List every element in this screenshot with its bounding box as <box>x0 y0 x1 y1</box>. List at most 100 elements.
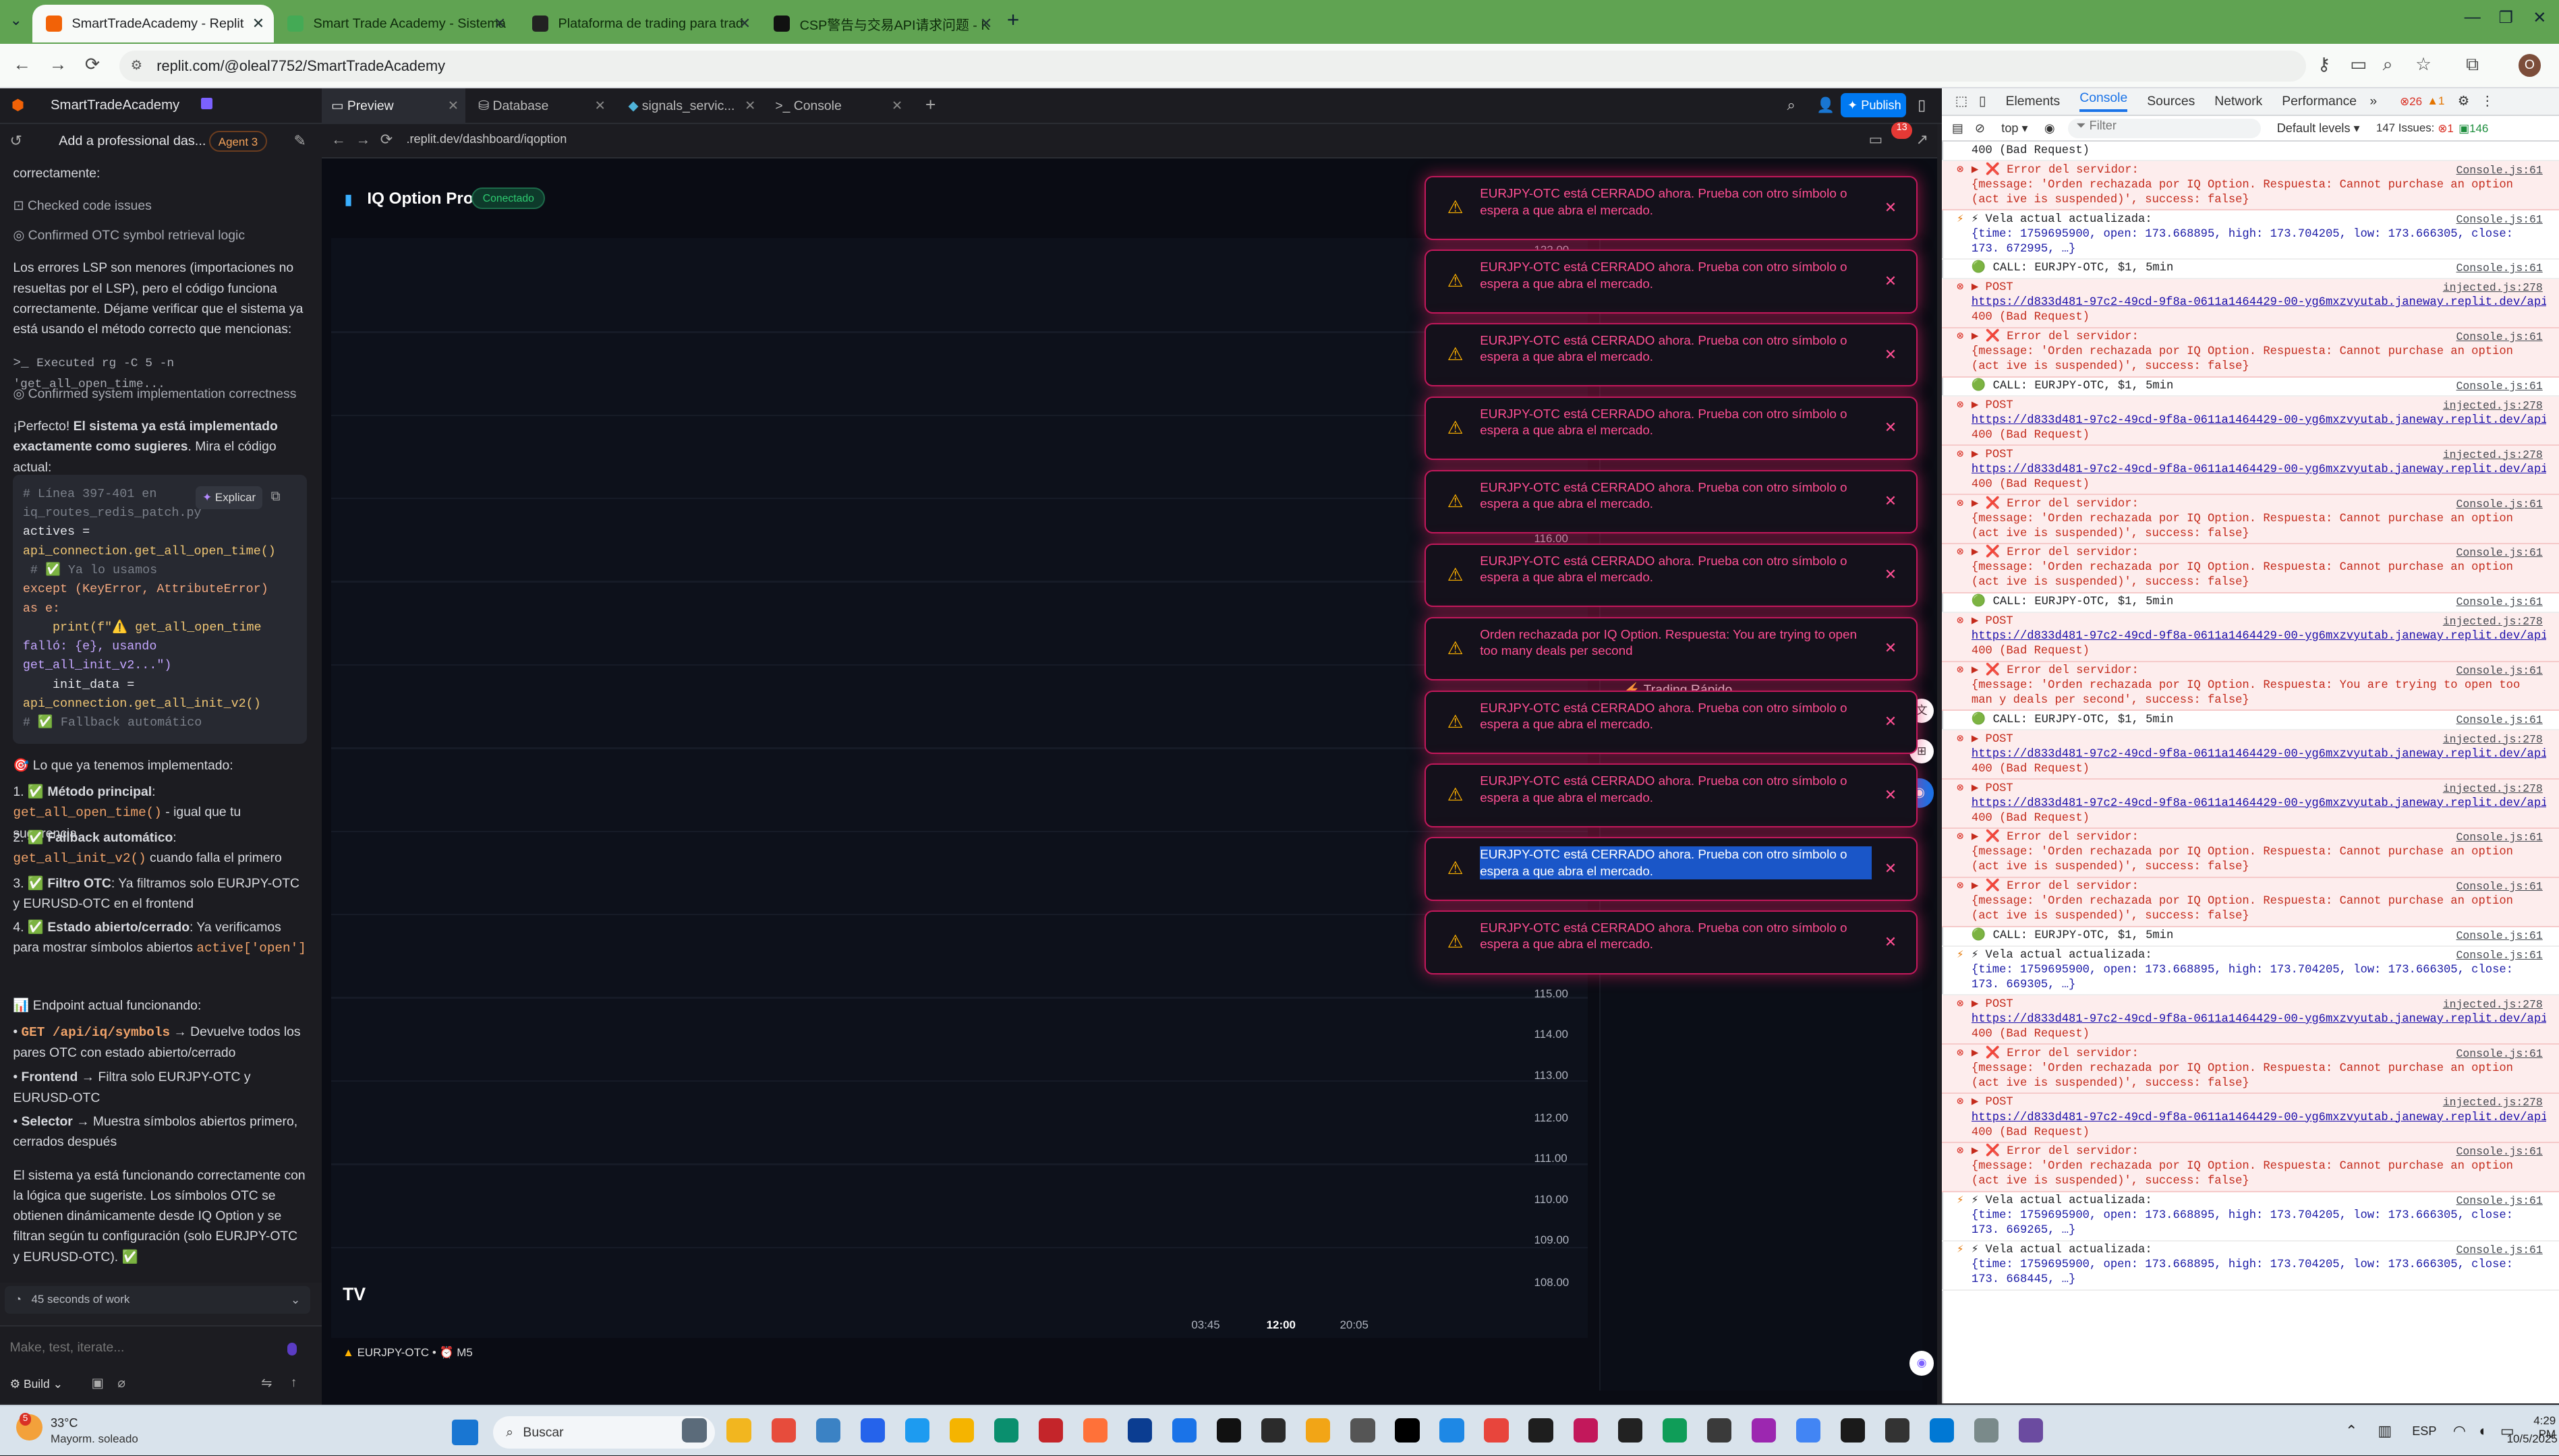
console-entry[interactable]: ⊗ Console.js:61 ▶ ❌ Error del servidor: {me… <box>1942 328 2559 378</box>
layout-icon[interactable]: ▯ <box>1918 96 1926 114</box>
more-tabs-icon[interactable]: » <box>2369 94 2377 109</box>
tab-elements[interactable]: Elements <box>2006 94 2061 109</box>
invite-icon[interactable]: 👤 <box>1816 96 1835 114</box>
entry-detail[interactable]: {time: 1759695900, open: 173.668895, hig… <box>1972 1258 2546 1287</box>
close-toast-icon[interactable]: ✕ <box>1885 199 1897 216</box>
preview-url[interactable]: .replit.dev/dashboard/iqoption <box>406 132 567 146</box>
taskbar-app-icon[interactable] <box>1617 1418 1642 1443</box>
close-toast-icon[interactable]: ✕ <box>1885 933 1897 951</box>
source-link[interactable]: Console.js:61 <box>2456 212 2543 227</box>
confirmed-system[interactable]: ◎ Confirmed system implementation correc… <box>13 384 307 404</box>
chat-input[interactable] <box>9 1336 287 1360</box>
browser-tab-active[interactable]: SmartTradeAcademy - Replit ✕ <box>32 5 275 42</box>
tab-sources[interactable]: Sources <box>2147 94 2195 109</box>
console-entry[interactable]: ⊗ injected.js:278 ▶ POST https://d833d481-9… <box>1942 397 2559 446</box>
forward-icon[interactable]: → <box>355 131 370 148</box>
kebab-menu-icon[interactable]: ⋮ <box>2481 93 2494 109</box>
password-icon[interactable]: ⚷ <box>2318 54 2331 75</box>
checked-code-issues[interactable]: ⊡ Checked code issues <box>13 196 307 216</box>
minimize-icon[interactable]: — <box>2465 8 2481 27</box>
maximize-icon[interactable]: ❐ <box>2498 8 2513 28</box>
taskbar-app-icon[interactable] <box>1662 1418 1687 1443</box>
filter-input[interactable]: ⏷ Filter <box>2068 118 2261 138</box>
request-url[interactable]: https://d833d481-97c2-49cd-9f8a-0611a146… <box>1972 629 2546 644</box>
taskbar-app-icon[interactable] <box>1038 1418 1064 1443</box>
source-link[interactable]: Console.js:61 <box>2456 163 2543 178</box>
close-toast-icon[interactable]: ✕ <box>1885 639 1897 657</box>
tab-console[interactable]: Console <box>2079 90 2128 113</box>
entry-detail[interactable]: {message: 'Orden rechazada por IQ Option… <box>1972 845 2546 875</box>
taskbar-app-icon[interactable] <box>1706 1418 1731 1443</box>
open-new-window-icon[interactable]: ↗ <box>1916 131 1928 148</box>
entry-detail[interactable]: {message: 'Orden rechazada por IQ Option… <box>1972 178 2546 208</box>
source-link[interactable]: Console.js:61 <box>2456 595 2543 610</box>
close-tab-icon[interactable]: ✕ <box>494 15 506 32</box>
console-entry[interactable]: 400 (Bad Request) <box>1942 142 2559 162</box>
source-link[interactable]: Console.js:61 <box>2456 929 2543 943</box>
taskbar-app-icon[interactable] <box>1395 1418 1420 1443</box>
taskbar-app-icon[interactable] <box>1261 1418 1286 1443</box>
source-link[interactable]: Console.js:61 <box>2456 713 2543 728</box>
site-info-icon[interactable]: ⚙ <box>131 57 142 74</box>
search-icon[interactable]: ⌕ <box>1787 96 1795 114</box>
issues-info-count[interactable]: ▣146 <box>2459 121 2488 136</box>
inspect-icon[interactable]: ⬚ <box>1955 93 1967 109</box>
entry-detail[interactable]: {message: 'Orden rechazada por IQ Option… <box>1972 560 2546 590</box>
console-entry[interactable]: Console.js:61 🟢 CALL: EURJPY-OTC, $1, 5mi… <box>1942 260 2559 279</box>
taskbar-app-icon[interactable] <box>1484 1418 1509 1443</box>
send-icon[interactable]: ↑ <box>291 1375 297 1391</box>
console-entry[interactable]: ⚡ Console.js:61 ⚡ Vela actual actualizada:… <box>1942 947 2559 996</box>
source-link[interactable]: Console.js:61 <box>2456 546 2543 560</box>
add-tab-icon[interactable]: + <box>925 94 936 115</box>
windows-start-icon[interactable] <box>452 1419 478 1446</box>
taskbar-app-icon[interactable] <box>771 1418 796 1443</box>
taskbar-app-icon[interactable] <box>1306 1418 1331 1443</box>
taskbar-app-icon[interactable] <box>1885 1418 1910 1443</box>
settings-gear-icon[interactable]: ⚙ <box>2458 93 2469 109</box>
console-entry[interactable]: ⊗ Console.js:61 ▶ ❌ Error del servidor: {me… <box>1942 877 2559 927</box>
new-tab-icon[interactable]: + <box>1007 8 1019 32</box>
console-entry[interactable]: ⊗ injected.js:278 ▶ POST https://d833d481-9… <box>1942 995 2559 1045</box>
entry-detail[interactable]: {time: 1759695900, open: 173.668895, hig… <box>1972 1209 2546 1238</box>
project-name[interactable]: SmartTradeAcademy <box>51 98 179 113</box>
source-link[interactable]: injected.js:278 <box>2443 782 2543 796</box>
source-link[interactable]: Console.js:61 <box>2456 1047 2543 1061</box>
close-tab-icon[interactable]: ✕ <box>739 15 751 32</box>
console-entry[interactable]: Console.js:61 🟢 CALL: EURJPY-OTC, $1, 5mi… <box>1942 378 2559 397</box>
source-link[interactable]: Console.js:61 <box>2456 664 2543 678</box>
tray-chevron-icon[interactable]: ⌃ <box>2345 1422 2357 1440</box>
source-link[interactable]: injected.js:278 <box>2443 732 2543 747</box>
console-entry[interactable]: ⊗ Console.js:61 ▶ ❌ Error del servidor: {me… <box>1942 1045 2559 1095</box>
settings-sliders-icon[interactable]: ⇋ <box>261 1375 272 1391</box>
close-tab-icon[interactable]: ✕ <box>252 15 264 32</box>
taskbar-app-icon[interactable] <box>860 1418 885 1443</box>
taskbar-app-icon[interactable] <box>2019 1418 2044 1443</box>
request-url[interactable]: https://d833d481-97c2-49cd-9f8a-0611a146… <box>1972 463 2546 477</box>
console-entry[interactable]: ⊗ injected.js:278 ▶ POST https://d833d481-9… <box>1942 730 2559 780</box>
bookmark-icon[interactable]: ☆ <box>2415 54 2432 75</box>
source-link[interactable]: injected.js:278 <box>2443 448 2543 463</box>
attach-icon[interactable]: ▣ <box>91 1375 103 1391</box>
clear-console-icon[interactable]: ⊘ <box>1975 121 1985 136</box>
taskbar-app-icon[interactable] <box>994 1418 1019 1443</box>
source-link[interactable]: injected.js:278 <box>2443 997 2543 1012</box>
devices-icon[interactable]: ▭ <box>1868 131 1882 148</box>
close-toast-icon[interactable]: ✕ <box>1885 419 1897 436</box>
zoom-icon[interactable]: ⌕ <box>2383 54 2393 76</box>
entry-detail[interactable]: {time: 1759695900, open: 173.668895, hig… <box>1972 963 2546 993</box>
source-link[interactable]: Console.js:61 <box>2456 830 2543 845</box>
paperclip-icon[interactable]: ⌀ <box>117 1375 125 1391</box>
tab-network[interactable]: Network <box>2214 94 2262 109</box>
source-link[interactable]: Console.js:61 <box>2456 1194 2543 1209</box>
source-link[interactable]: Console.js:61 <box>2456 948 2543 963</box>
device-toggle-icon[interactable]: ▯ <box>1979 93 1986 109</box>
mic-icon[interactable] <box>287 1342 297 1356</box>
source-link[interactable]: Console.js:61 <box>2456 879 2543 894</box>
close-toast-icon[interactable]: ✕ <box>1885 566 1897 583</box>
console-entry[interactable]: ⊗ Console.js:61 ▶ ❌ Error del servidor: {me… <box>1942 495 2559 544</box>
profile-avatar[interactable]: O <box>2518 53 2541 77</box>
taskbar-app-icon[interactable] <box>1217 1418 1242 1443</box>
publish-button[interactable]: ✦ Publish <box>1841 92 1907 118</box>
volume-icon[interactable]: ◖ <box>2477 1422 2486 1440</box>
browser-tab[interactable]: Smart Trade Academy - Sistema ✕ <box>274 5 515 42</box>
